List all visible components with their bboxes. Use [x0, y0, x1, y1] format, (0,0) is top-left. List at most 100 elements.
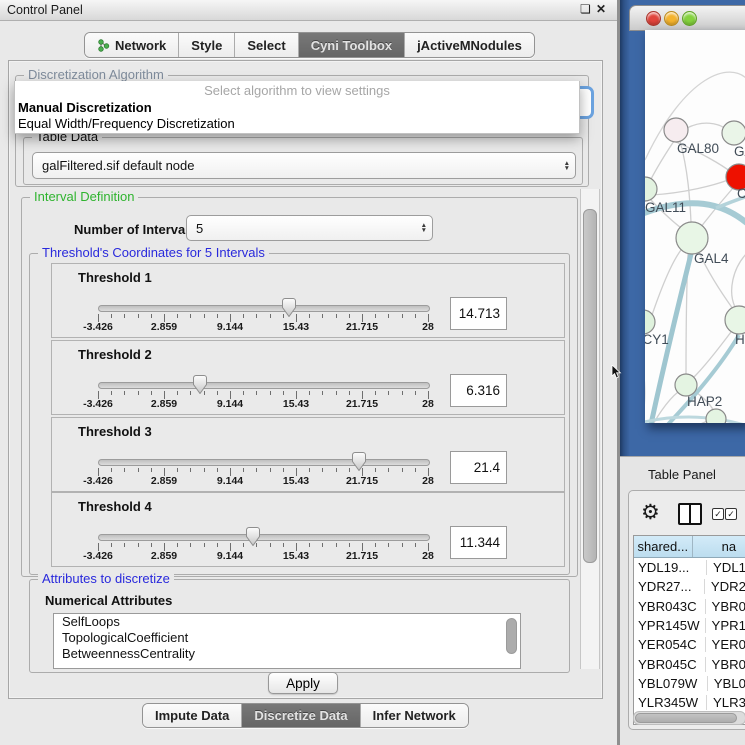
- tick-mark: [151, 314, 152, 318]
- number-of-intervals-combobox[interactable]: 5 ▲▼: [186, 215, 433, 241]
- network-edge[interactable]: [732, 252, 745, 307]
- scale-label: -3.426: [83, 475, 113, 487]
- network-edge[interactable]: [687, 123, 726, 129]
- table-row[interactable]: YER054CYER0: [634, 635, 745, 654]
- cell-shared-name[interactable]: YPR145W: [634, 618, 706, 633]
- tick-mark: [111, 314, 112, 318]
- network-node[interactable]: [645, 177, 657, 201]
- algorithm-option-equal-width[interactable]: Equal Width/Frequency Discretization: [15, 116, 579, 132]
- cell-name[interactable]: YPR1: [706, 618, 745, 633]
- cell-name[interactable]: YBL0: [708, 676, 745, 691]
- table-row[interactable]: YBR043CYBR0: [634, 597, 745, 616]
- cell-shared-name[interactable]: YDR27...: [634, 579, 705, 594]
- table-row[interactable]: YPR145WYPR1: [634, 616, 745, 635]
- cell-name[interactable]: YBR0: [706, 657, 745, 672]
- attributes-list-scrollbar[interactable]: [504, 614, 518, 666]
- attribute-list-item[interactable]: BetweennessCentrality: [54, 646, 520, 662]
- network-window-titlebar[interactable]: [629, 5, 745, 31]
- tick-mark: [375, 543, 376, 547]
- network-node[interactable]: [725, 306, 745, 334]
- network-edge[interactable]: [652, 180, 728, 195]
- threshold-2-slider-thumb[interactable]: [193, 375, 207, 394]
- network-node[interactable]: [645, 310, 655, 334]
- tick-mark: [388, 468, 389, 472]
- tab-infer-network[interactable]: Infer Network: [361, 704, 468, 727]
- bottom-tab-bar: Impute Data Discretize Data Infer Networ…: [142, 703, 469, 728]
- panel-vertical-scrollbar-thumb[interactable]: [583, 209, 597, 563]
- algorithm-dropdown-popup: Select algorithm to view settings Manual…: [14, 81, 580, 134]
- cell-name[interactable]: YDR2: [705, 579, 745, 594]
- table-row[interactable]: YLR345WYLR3: [634, 693, 745, 712]
- table-data-combobox[interactable]: galFiltered.sif default node ▲▼: [32, 152, 576, 179]
- tab-network[interactable]: Network: [85, 33, 179, 57]
- table-row[interactable]: YDL19...YDL1: [634, 558, 745, 577]
- cell-shared-name[interactable]: YBR045C: [634, 657, 706, 672]
- attributes-group-title: Attributes to discretize: [38, 571, 174, 586]
- cell-name[interactable]: YDL1: [707, 560, 745, 575]
- cell-name[interactable]: YLR3: [707, 695, 745, 710]
- threshold-1-slider-thumb[interactable]: [282, 298, 296, 317]
- threshold-3-slider-thumb[interactable]: [352, 452, 366, 471]
- tab-impute-data[interactable]: Impute Data: [143, 704, 242, 727]
- cell-shared-name[interactable]: YLR345W: [634, 695, 707, 710]
- attribute-list-item[interactable]: TopologicalCoefficient: [54, 630, 520, 646]
- threshold-1-slider-track[interactable]: [98, 305, 430, 312]
- tick-mark: [190, 314, 191, 318]
- network-view-canvas[interactable]: GAL80GACGAL11GAL4GCY1HHAP2: [645, 30, 745, 423]
- network-node[interactable]: [676, 222, 708, 254]
- column-header-shared-name[interactable]: shared...: [634, 536, 693, 557]
- table-checkbox-icon-2[interactable]: ✓: [725, 508, 737, 520]
- table-checkbox-icon-1[interactable]: ✓: [712, 508, 724, 520]
- tab-select[interactable]: Select: [235, 33, 298, 57]
- tick-mark: [402, 468, 403, 472]
- attributes-list-scrollbar-thumb[interactable]: [506, 618, 517, 654]
- network-node[interactable]: [722, 121, 745, 145]
- table-row[interactable]: YBL079WYBL0: [634, 674, 745, 693]
- threshold-3-value-field[interactable]: 21.4: [450, 451, 507, 484]
- cell-shared-name[interactable]: YDL19...: [634, 560, 707, 575]
- cell-shared-name[interactable]: YER054C: [634, 637, 706, 652]
- scale-label: 21.715: [346, 321, 378, 333]
- cell-shared-name[interactable]: YBL079W: [634, 676, 708, 691]
- network-node[interactable]: [664, 118, 688, 142]
- column-header-name[interactable]: na: [693, 536, 745, 557]
- attribute-list-item[interactable]: SelfLoops: [54, 614, 520, 630]
- apply-button[interactable]: Apply: [268, 672, 338, 694]
- cell-shared-name[interactable]: YBR043C: [634, 599, 706, 614]
- threshold-4-slider-thumb[interactable]: [246, 527, 260, 546]
- window-close-traffic-light[interactable]: [646, 11, 661, 26]
- cell-name[interactable]: YBR0: [706, 599, 745, 614]
- threshold-3-slider-track[interactable]: [98, 459, 430, 466]
- tick-mark: [177, 543, 178, 547]
- threshold-1-value-field[interactable]: 14.713: [450, 297, 507, 330]
- threshold-4-value-field[interactable]: 11.344: [450, 526, 507, 559]
- window-zoom-traffic-light[interactable]: [682, 11, 697, 26]
- float-window-icon[interactable]: ❏: [580, 2, 591, 16]
- tab-jactivemnodules[interactable]: jActiveMNodules: [405, 33, 534, 57]
- tick-mark: [415, 391, 416, 395]
- table-row[interactable]: YDR27...YDR2: [634, 577, 745, 596]
- table-horizontal-scrollbar-thumb[interactable]: [635, 713, 737, 723]
- threshold-2-slider-track[interactable]: [98, 382, 430, 389]
- tab-style[interactable]: Style: [179, 33, 235, 57]
- algorithm-option-manual[interactable]: Manual Discretization: [15, 100, 579, 116]
- numerical-attributes-list[interactable]: SelfLoopsTopologicalCoefficientBetweenne…: [53, 613, 521, 669]
- network-node[interactable]: [706, 409, 726, 423]
- tick-mark: [375, 391, 376, 395]
- table-horizontal-scrollbar[interactable]: [633, 711, 745, 725]
- threshold-panel-4: Threshold 4 -3.4262.8599.14415.4321.7152…: [51, 492, 565, 567]
- threshold-2-value-field[interactable]: 6.316: [450, 374, 507, 407]
- panel-vertical-scrollbar[interactable]: [580, 189, 600, 669]
- table-columns-icon[interactable]: [678, 503, 702, 525]
- close-icon[interactable]: ✕: [596, 2, 606, 16]
- window-minimize-traffic-light[interactable]: [664, 11, 679, 26]
- threshold-4-slider-track[interactable]: [98, 534, 430, 541]
- network-edge[interactable]: [645, 417, 745, 423]
- table-header-row: shared... na: [634, 536, 745, 558]
- cell-name[interactable]: YER0: [706, 637, 745, 652]
- table-row[interactable]: YBR045CYBR0: [634, 654, 745, 673]
- table-settings-gear-icon[interactable]: ⚙: [641, 500, 660, 525]
- tab-discretize-data[interactable]: Discretize Data: [242, 704, 360, 727]
- tab-cyni-toolbox[interactable]: Cyni Toolbox: [299, 33, 405, 57]
- network-node[interactable]: [675, 374, 697, 396]
